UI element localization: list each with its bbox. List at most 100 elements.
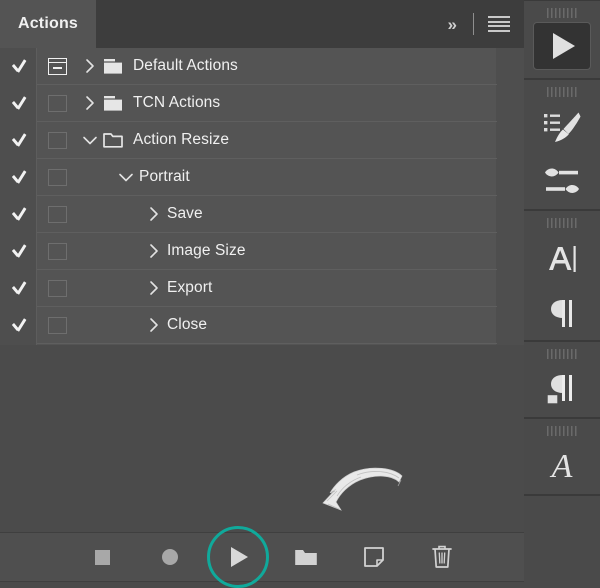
row-enabled-checkbox[interactable]	[0, 307, 36, 344]
play-selection-button[interactable]	[207, 526, 269, 588]
paragraph-styles-icon	[546, 375, 572, 405]
trash-icon	[432, 545, 452, 568]
chevron-down-icon[interactable]	[113, 172, 139, 183]
actions-list-empty-area	[0, 345, 524, 532]
dialog-toggle-icon[interactable]	[47, 57, 67, 75]
new-page-icon	[364, 547, 384, 567]
table-row[interactable]: Save	[37, 196, 497, 233]
check-icon	[11, 133, 26, 148]
dialog-toggle-icon[interactable]	[47, 205, 67, 223]
actions-dock-button[interactable]	[533, 22, 591, 70]
dock-grip-icon[interactable]	[547, 426, 577, 436]
enabled-checkmarks	[0, 48, 36, 344]
dock-empty-area	[524, 495, 600, 582]
step-label: Export	[167, 279, 213, 296]
delete-button[interactable]	[427, 542, 457, 572]
folder-icon	[295, 549, 317, 565]
row-enabled-checkbox[interactable]	[0, 233, 36, 270]
step-label: Image Size	[167, 242, 246, 259]
table-row[interactable]: TCN Actions	[37, 85, 497, 122]
chevron-right-icon[interactable]	[77, 58, 103, 74]
dialog-toggle-cell[interactable]	[37, 205, 77, 223]
begin-recording-button[interactable]	[155, 542, 185, 572]
dock-group-actions	[524, 0, 600, 79]
glyphs-dock-button[interactable]: A	[531, 440, 593, 494]
paragraph-panel-dock-button[interactable]	[531, 286, 593, 340]
folder-closed-icon	[103, 95, 133, 112]
header-spacer	[96, 0, 444, 48]
dialog-toggle-cell[interactable]	[37, 168, 77, 186]
table-row[interactable]: Close	[37, 307, 497, 344]
expand-panels-icon[interactable]: »	[444, 14, 459, 35]
dialog-toggle-cell[interactable]	[37, 57, 77, 75]
dialog-toggle-icon[interactable]	[47, 316, 67, 334]
chevron-right-icon[interactable]	[77, 95, 103, 111]
panel-menu-icon[interactable]	[488, 16, 510, 32]
tab-actions[interactable]: Actions	[0, 0, 96, 48]
dialog-toggle-cell[interactable]	[37, 94, 77, 112]
actions-rows: Default Actions TCN Actions Action Resiz…	[37, 48, 524, 345]
dialog-toggle-cell[interactable]	[37, 279, 77, 297]
table-row[interactable]: Portrait	[37, 159, 497, 196]
dock-group-styles	[524, 341, 600, 418]
actions-panel-toolbar	[0, 526, 524, 588]
row-enabled-checkbox[interactable]	[0, 85, 36, 122]
row-enabled-checkbox[interactable]	[0, 196, 36, 233]
row-enabled-checkbox[interactable]	[0, 122, 36, 159]
stop-playing-button[interactable]	[87, 542, 117, 572]
dock-grip-icon[interactable]	[547, 349, 577, 359]
folder-open-icon	[103, 132, 133, 149]
chevron-right-icon[interactable]	[141, 206, 167, 222]
chevron-right-icon[interactable]	[141, 317, 167, 333]
character-panel-dock-button[interactable]	[531, 232, 593, 286]
dialog-toggle-icon[interactable]	[47, 94, 67, 112]
dialog-toggle-icon[interactable]	[47, 168, 67, 186]
create-new-set-button[interactable]	[291, 542, 321, 572]
chevron-right-icon[interactable]	[141, 280, 167, 296]
action-set-label: TCN Actions	[133, 94, 221, 111]
character-A-icon	[549, 246, 576, 272]
chevron-down-icon[interactable]	[77, 135, 103, 146]
paragraph-styles-dock-button[interactable]	[531, 363, 593, 417]
stop-square-icon	[94, 549, 110, 565]
check-icon	[11, 318, 26, 333]
tab-actions-label: Actions	[17, 15, 79, 32]
create-new-action-button[interactable]	[359, 542, 389, 572]
brush-sliders-icon	[545, 168, 579, 193]
photoshop-actions-panel-screen: Actions » Default Actions TCN Actions Ac…	[0, 0, 600, 588]
row-enabled-checkbox[interactable]	[0, 270, 36, 307]
dock-group-glyphs: A	[524, 418, 600, 495]
header-tools: »	[444, 0, 524, 48]
play-triangle-icon	[231, 547, 248, 567]
row-enabled-checkbox[interactable]	[0, 159, 36, 196]
step-label: Close	[167, 316, 208, 333]
row-enabled-checkbox[interactable]	[0, 48, 36, 85]
brush-presets-icon	[544, 112, 581, 142]
dock-group-type	[524, 210, 600, 341]
step-label: Save	[167, 205, 203, 222]
brushes-dock-button[interactable]	[531, 155, 593, 209]
dialog-toggle-cell[interactable]	[37, 316, 77, 334]
chevron-right-icon[interactable]	[141, 243, 167, 259]
table-row[interactable]: Export	[37, 270, 497, 307]
dock-grip-icon[interactable]	[547, 8, 577, 18]
panel-header: Actions »	[0, 0, 524, 48]
table-row[interactable]: Default Actions	[37, 48, 497, 85]
dialog-toggle-cell[interactable]	[37, 242, 77, 260]
dialog-toggle-icon[interactable]	[47, 242, 67, 260]
glyphs-serif-A-icon: A	[551, 448, 573, 485]
table-row[interactable]: Action Resize	[37, 122, 497, 159]
check-icon	[11, 96, 26, 111]
brush-settings-dock-button[interactable]	[531, 101, 593, 155]
play-triangle-icon	[553, 33, 575, 59]
dock-grip-icon[interactable]	[547, 218, 577, 228]
record-circle-icon	[162, 549, 178, 565]
action-set-label: Default Actions	[133, 57, 238, 74]
table-row[interactable]: Image Size	[37, 233, 497, 270]
dock-group-brushes	[524, 79, 600, 210]
dialog-toggle-icon[interactable]	[47, 279, 67, 297]
dialog-toggle-cell[interactable]	[37, 131, 77, 149]
dock-grip-icon[interactable]	[547, 87, 577, 97]
dialog-toggle-icon[interactable]	[47, 131, 67, 149]
paragraph-pilcrow-icon	[551, 300, 572, 327]
